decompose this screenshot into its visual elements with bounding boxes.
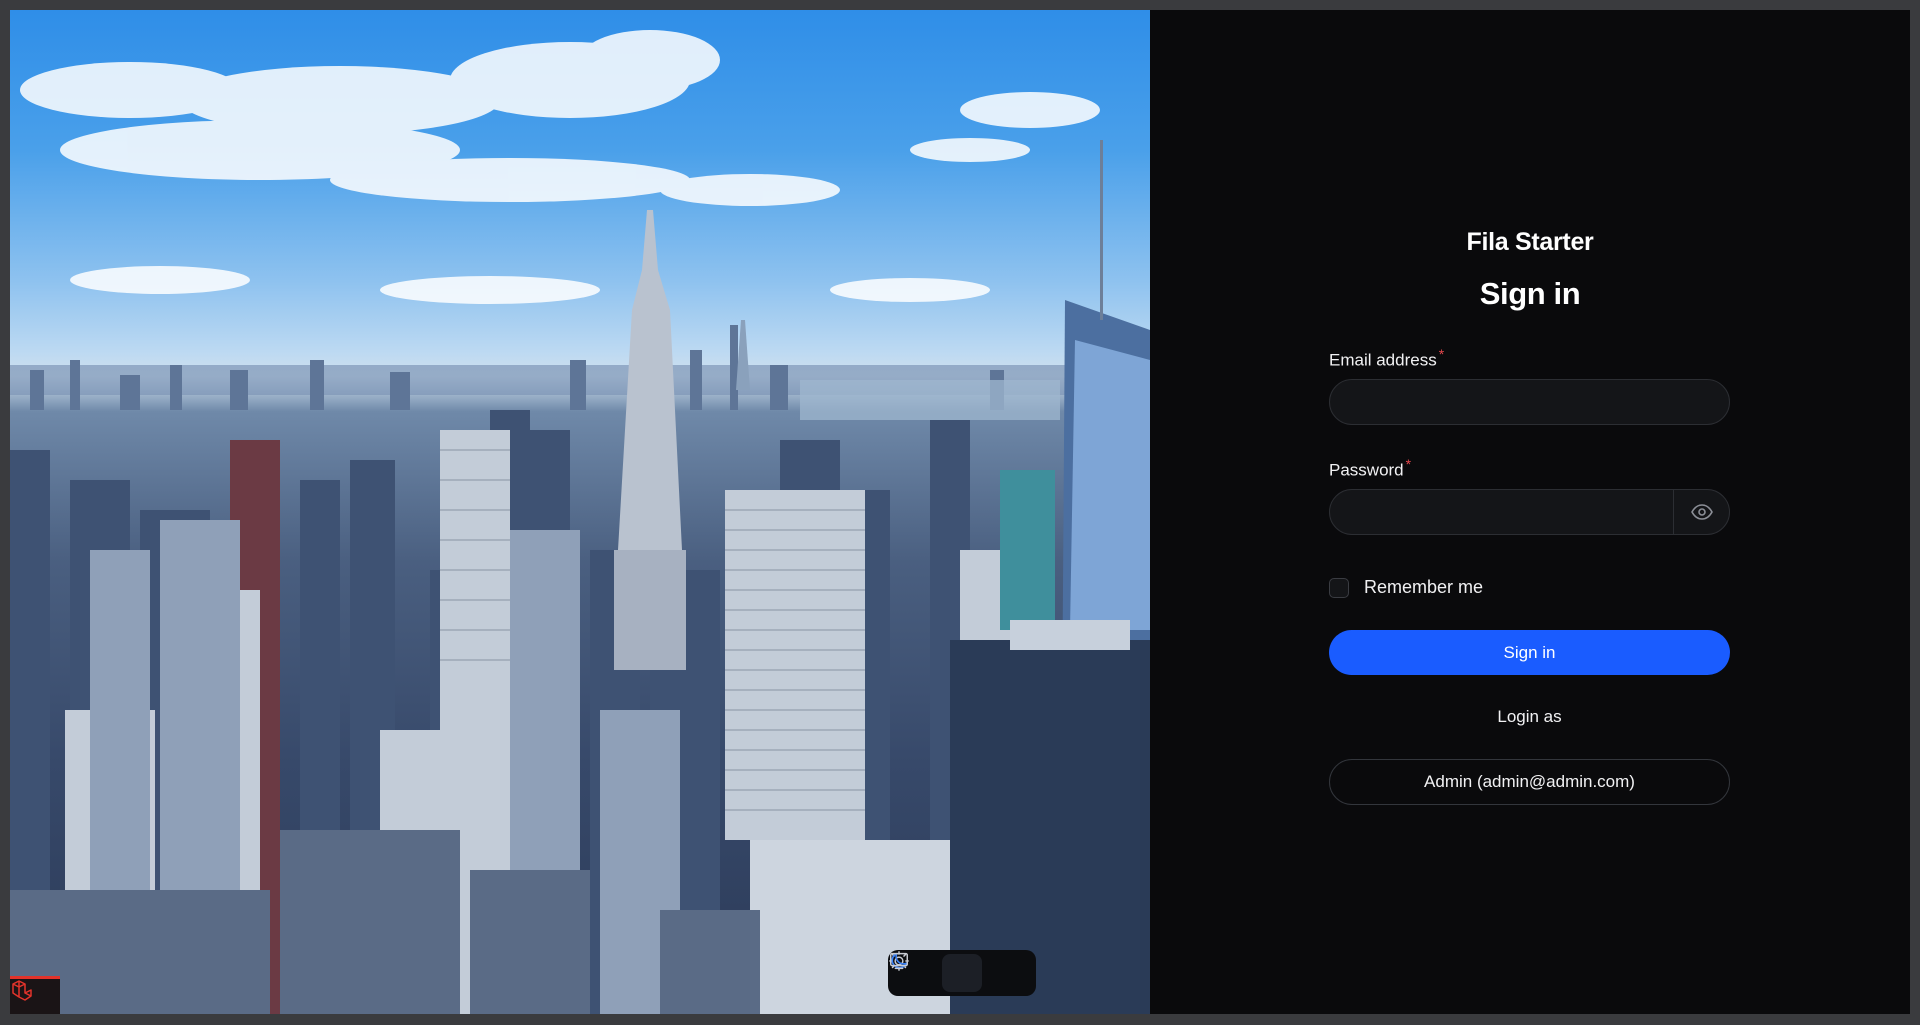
password-visibility-toggle[interactable] [1673, 490, 1729, 534]
sign-in-panel: Fila Starter Sign in Email address * Pass… [1150, 10, 1910, 1014]
password-field [1329, 489, 1730, 535]
required-marker: * [1405, 456, 1412, 472]
city-skyline-illustration [10, 30, 1150, 1014]
theme-system-button[interactable] [890, 952, 1029, 992]
remember-me-label[interactable]: Remember me [1364, 577, 1483, 598]
eye-icon [1690, 504, 1713, 520]
login-as-admin-button[interactable]: Admin (admin@admin.com) [1329, 759, 1730, 805]
laravel-debug-badge[interactable] [10, 976, 60, 1014]
email-field-group: Email address * [1329, 346, 1730, 371]
page-title: Sign in [1479, 276, 1581, 311]
required-marker: * [1438, 346, 1445, 362]
theme-dark-button[interactable] [891, 952, 982, 992]
theme-switcher [888, 950, 1036, 996]
password-input-wrap [1329, 489, 1730, 535]
laravel-logo-icon [12, 980, 32, 1001]
password-field-group: Password * [1329, 456, 1730, 481]
password-input[interactable] [1330, 490, 1674, 534]
remember-me-checkbox[interactable] [1329, 577, 1349, 598]
sign-in-button[interactable]: Sign in [1329, 630, 1730, 675]
email-input[interactable] [1329, 379, 1730, 425]
quick-login-wrap: Admin (admin@admin.com) [1329, 759, 1730, 805]
monitor-icon [890, 952, 908, 970]
email-label: Email address * [1329, 346, 1730, 371]
remember-me-row: Remember me [1329, 577, 1730, 598]
email-input-wrap [1329, 379, 1730, 425]
password-label-text: Password [1329, 460, 1404, 480]
submit-wrap: Sign in [1329, 630, 1730, 675]
app-window: Fila Starter Sign in Email address * Pass… [10, 10, 1910, 1014]
login-as-label: Login as [1497, 707, 1562, 726]
email-label-text: Email address [1329, 350, 1437, 370]
hero-city-image [10, 10, 1150, 1014]
brand-name: Fila Starter [1466, 228, 1594, 256]
password-label: Password * [1329, 456, 1730, 481]
